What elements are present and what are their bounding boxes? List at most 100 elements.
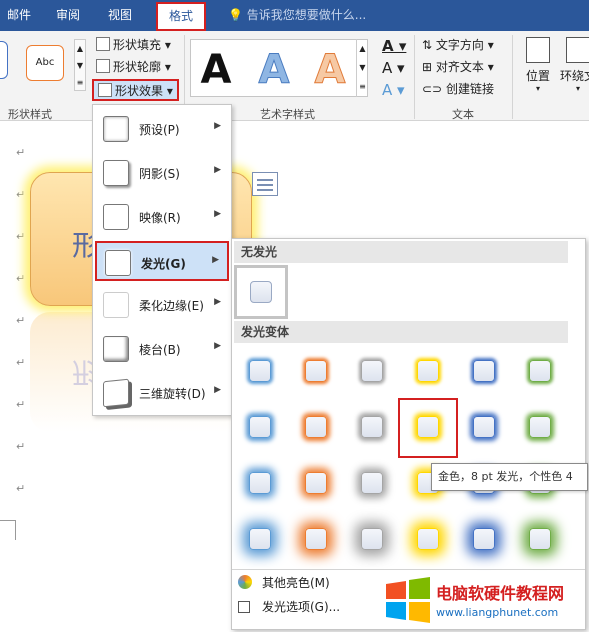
- text-direction-button[interactable]: ⇅ 文字方向 ▾: [422, 35, 494, 55]
- paragraph-mark: ↵: [16, 272, 26, 285]
- paragraph-mark: ↵: [16, 356, 26, 369]
- paragraph-mark: ↵: [16, 440, 26, 453]
- glow-variant-option[interactable]: [249, 416, 271, 438]
- glow-options-icon: [238, 601, 250, 613]
- shape-style-scroll[interactable]: ▲ ▼ ≡: [74, 39, 86, 91]
- group-label-shape-styles: 形状样式: [8, 108, 52, 121]
- glow-variant-option[interactable]: [305, 416, 327, 438]
- glow-variant-option[interactable]: [305, 528, 327, 550]
- align-text-button[interactable]: ⊞ 对齐文本 ▾: [422, 57, 494, 77]
- position-button[interactable]: 位置 ▾: [520, 37, 556, 93]
- ribbon-tab-bar: 邮件 审阅 视图 格式 💡 告诉我您想要做什么...: [0, 0, 589, 31]
- shadow-icon: [103, 160, 129, 186]
- chevron-right-icon: ▶: [214, 385, 221, 395]
- color-palette-icon: [238, 575, 252, 589]
- glow-variant-option[interactable]: [305, 472, 327, 494]
- shape-style-thumb[interactable]: Abc: [26, 45, 64, 81]
- group-label-wordart: 艺术字样式: [260, 108, 315, 121]
- glow-variant-option[interactable]: [473, 360, 495, 382]
- shape-outline-button[interactable]: 形状轮廓 ▾: [96, 57, 171, 77]
- glow-variant-option[interactable]: [361, 360, 383, 382]
- tell-me-text: 告诉我您想要做什么...: [246, 8, 367, 22]
- layout-options-icon[interactable]: [252, 172, 278, 196]
- link-icon: ⊂⊃: [422, 82, 446, 96]
- more-glow-colors[interactable]: 其他亮色(M): [238, 573, 330, 593]
- tab-review[interactable]: 审阅: [52, 0, 84, 31]
- text-outline-icon[interactable]: A ▾: [382, 59, 405, 77]
- glow-variant-option[interactable]: [417, 360, 439, 382]
- glow-variant-option[interactable]: [249, 528, 271, 550]
- glow-variant-option[interactable]: [529, 416, 551, 438]
- selected-glow-highlight: [398, 398, 458, 458]
- no-glow-option[interactable]: [234, 265, 288, 319]
- lightbulb-icon: 💡: [228, 8, 243, 22]
- bevel-icon: [103, 336, 129, 362]
- tell-me-search[interactable]: 💡 告诉我您想要做什么...: [228, 0, 366, 31]
- glow-variant-option[interactable]: [473, 416, 495, 438]
- chevron-right-icon: ▶: [214, 209, 221, 219]
- glow-variant-option[interactable]: [417, 528, 439, 550]
- menu-item-reflection[interactable]: 映像(R) ▶: [95, 197, 229, 237]
- paragraph-mark: ↵: [16, 230, 26, 243]
- create-link-button[interactable]: ⊂⊃ 创建链接: [422, 79, 494, 99]
- menu-item-bevel[interactable]: 棱台(B) ▶: [95, 329, 229, 369]
- glow-icon: [105, 250, 131, 276]
- glow-variant-option[interactable]: [361, 472, 383, 494]
- tab-format[interactable]: 格式: [156, 2, 206, 31]
- watermark-url: www.liangphunet.com: [436, 606, 559, 619]
- no-glow-swatch: [250, 281, 272, 303]
- shape-fill-button[interactable]: 形状填充 ▾: [96, 35, 171, 55]
- glow-tooltip: 金色，8 pt 发光，个性色 4: [431, 463, 588, 491]
- windows-logo-icon: [386, 577, 430, 623]
- menu-item-shadow[interactable]: 阴影(S) ▶: [95, 153, 229, 193]
- align-text-icon: ⊞: [422, 60, 436, 74]
- tab-view[interactable]: 视图: [104, 0, 136, 31]
- paragraph-mark: ↵: [16, 398, 26, 411]
- page-corner-mark: [0, 520, 16, 540]
- shape-effects-menu: 预设(P) ▶ 阴影(S) ▶ 映像(R) ▶ 发光(G) ▶ 柔化边缘(E) ▶ 棱台(…: [92, 104, 232, 416]
- section-glow-variants: 发光变体: [234, 321, 568, 343]
- text-fill-icon[interactable]: A ▾: [382, 37, 406, 55]
- glow-variant-option[interactable]: [529, 360, 551, 382]
- wordart-blue[interactable]: A: [250, 47, 298, 94]
- text-effects-icon[interactable]: A ▾: [382, 81, 405, 99]
- reflection-icon: [103, 204, 129, 230]
- glow-variant-option[interactable]: [249, 472, 271, 494]
- wrap-text-icon: [566, 37, 589, 63]
- menu-item-glow[interactable]: 发光(G) ▶: [95, 241, 229, 281]
- wrap-text-button[interactable]: 环绕文 ▾: [558, 37, 589, 93]
- glow-variant-option[interactable]: [361, 528, 383, 550]
- menu-item-soft-edges[interactable]: 柔化边缘(E) ▶: [95, 285, 229, 325]
- glow-variant-option[interactable]: [529, 528, 551, 550]
- glow-variant-option[interactable]: [305, 360, 327, 382]
- position-icon: [526, 37, 550, 63]
- pen-icon: [96, 59, 110, 73]
- glow-variant-option[interactable]: [473, 528, 495, 550]
- preset-icon: [103, 116, 129, 142]
- wordart-scroll[interactable]: ▲ ▼ ≡: [356, 39, 368, 97]
- chevron-right-icon: ▶: [214, 165, 221, 175]
- 3d-rotation-icon: [103, 378, 129, 408]
- shape-effects-button[interactable]: 形状效果 ▾: [92, 79, 179, 101]
- shape-style-thumb[interactable]: [0, 41, 8, 79]
- chevron-right-icon: ▶: [214, 121, 221, 131]
- ribbon: Abc ▲ ▼ ≡ 形状样式 形状填充 ▾ 形状轮廓 ▾ 形状效果 ▾ A A A …: [0, 31, 589, 121]
- section-no-glow: 无发光: [234, 241, 568, 263]
- glow-variant-option[interactable]: [361, 416, 383, 438]
- wordart-orange[interactable]: A: [306, 47, 354, 94]
- tab-mailings[interactable]: 邮件: [4, 0, 34, 31]
- paragraph-mark: ↵: [16, 188, 26, 201]
- glow-variant-option[interactable]: [249, 360, 271, 382]
- paragraph-mark: ↵: [16, 314, 26, 327]
- menu-item-preset[interactable]: 预设(P) ▶: [95, 109, 229, 149]
- watermark: 电脑软硬件教程网 www.liangphunet.com: [382, 572, 587, 628]
- paragraph-mark: ↵: [16, 146, 26, 159]
- shape-effects-icon: [98, 83, 112, 97]
- paint-bucket-icon: [96, 37, 110, 51]
- watermark-title: 电脑软硬件教程网: [436, 584, 565, 603]
- wordart-black[interactable]: A: [192, 47, 240, 93]
- text-direction-icon: ⇅: [422, 38, 436, 52]
- glow-options[interactable]: 发光选项(G)...: [238, 597, 340, 617]
- menu-item-3d-rotation[interactable]: 三维旋转(D) ▶: [95, 373, 229, 413]
- paragraph-mark: ↵: [16, 482, 26, 495]
